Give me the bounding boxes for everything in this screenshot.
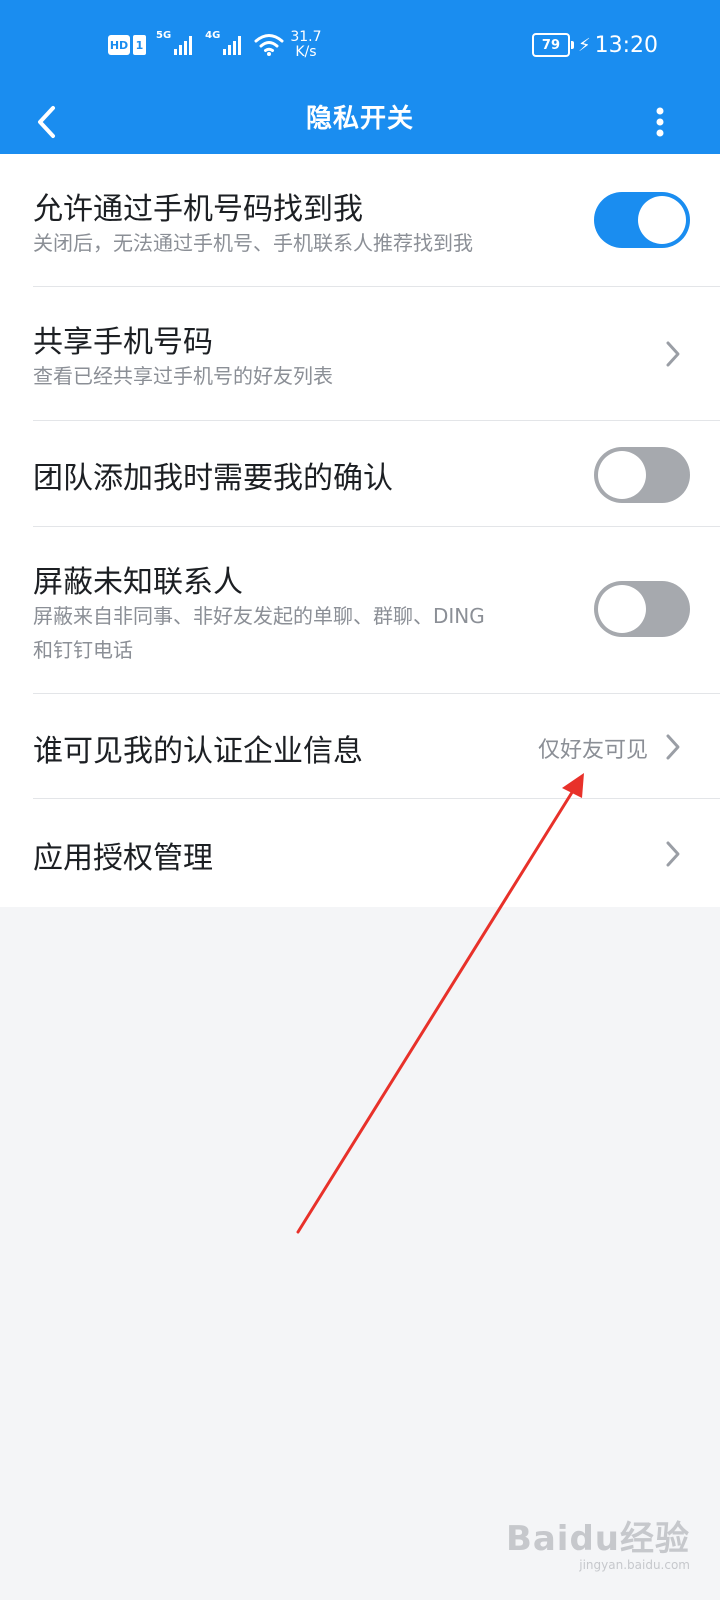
setting-title: 应用授权管理 [33, 841, 213, 876]
charging-icon: ⚡ [577, 34, 591, 56]
network-speed: 31.7 K/s [290, 30, 321, 60]
status-bar: HD 1 5G 4G 31.7 K/s 79 ⚡ 13:20 [0, 0, 720, 90]
setting-title: 共享手机号码 [33, 325, 213, 360]
privacy-settings-list: 允许通过手机号码找到我 关闭后，无法通过手机号、手机联系人推荐找到我 共享手机号… [0, 154, 720, 907]
toggle-knob [598, 451, 646, 499]
find-by-phone-toggle[interactable] [594, 192, 690, 248]
chevron-right-icon [666, 341, 680, 367]
setting-row-find-by-phone[interactable]: 允许通过手机号码找到我 关闭后，无法通过手机号、手机联系人推荐找到我 [33, 154, 720, 287]
clock: 13:20 [594, 32, 658, 58]
visibility-value: 仅好友可见 [537, 738, 648, 763]
wifi-icon [254, 34, 284, 56]
signal-icon [223, 36, 242, 55]
screen: HD 1 5G 4G 31.7 K/s 79 ⚡ 13:20 隐私开关 允许通过… [0, 0, 720, 1600]
block-unknown-toggle[interactable] [594, 581, 690, 637]
network-speed-value: 31.7 [290, 29, 322, 45]
setting-title: 谁可见我的认证企业信息 [33, 734, 363, 769]
more-vertical-icon [656, 107, 664, 137]
battery-level: 79 [541, 37, 560, 53]
setting-title: 允许通过手机号码找到我 [33, 192, 363, 227]
setting-row-block-unknown[interactable]: 屏蔽未知联系人 屏蔽来自非同事、非好友发起的单聊、群聊、DING 和钉钉电话 [33, 527, 720, 694]
watermark-main: Baidu经验 [505, 1519, 690, 1559]
network-label-5g: 5G [156, 30, 172, 41]
page-title: 隐私开关 [305, 104, 414, 134]
sim-badge: 1 [133, 35, 146, 55]
chevron-right-icon [666, 841, 680, 867]
network-label-4g: 4G [205, 30, 221, 41]
setting-subtitle: 查看已经共享过手机号的好友列表 [33, 364, 333, 388]
back-button[interactable] [26, 98, 66, 146]
more-button[interactable] [640, 98, 680, 146]
hd-badge: HD [108, 35, 130, 55]
setting-title: 团队添加我时需要我的确认 [33, 461, 393, 496]
status-bar-left: HD 1 5G 4G 31.7 K/s [108, 28, 322, 62]
chevron-left-icon [38, 106, 55, 138]
chevron-right-icon [666, 734, 680, 760]
setting-subtitle-line1: 屏蔽来自非同事、非好友发起的单聊、群聊、DING [33, 604, 485, 628]
setting-title: 屏蔽未知联系人 [33, 565, 243, 600]
status-bar-right: 79 ⚡ 13:20 [531, 30, 658, 60]
setting-row-app-authorization[interactable]: 应用授权管理 [33, 799, 720, 907]
signal-icon [174, 36, 193, 55]
toggle-knob [598, 585, 646, 633]
setting-row-enterprise-visibility[interactable]: 谁可见我的认证企业信息 仅好友可见 [33, 694, 720, 799]
setting-row-team-confirm[interactable]: 团队添加我时需要我的确认 [33, 421, 720, 527]
network-speed-unit: K/s [295, 44, 317, 60]
team-confirm-toggle[interactable] [594, 447, 690, 503]
setting-row-share-phone[interactable]: 共享手机号码 查看已经共享过手机号的好友列表 [33, 287, 720, 421]
baidu-watermark: Baidu经验 jingyan.baidu.com [506, 1511, 690, 1572]
setting-subtitle: 关闭后，无法通过手机号、手机联系人推荐找到我 [33, 231, 473, 255]
app-header: 隐私开关 [0, 90, 720, 154]
toggle-knob [638, 196, 686, 244]
battery-icon: 79 [531, 33, 574, 57]
setting-subtitle-line2: 和钉钉电话 [33, 638, 133, 662]
watermark-sub: jingyan.baidu.com [579, 1558, 690, 1572]
